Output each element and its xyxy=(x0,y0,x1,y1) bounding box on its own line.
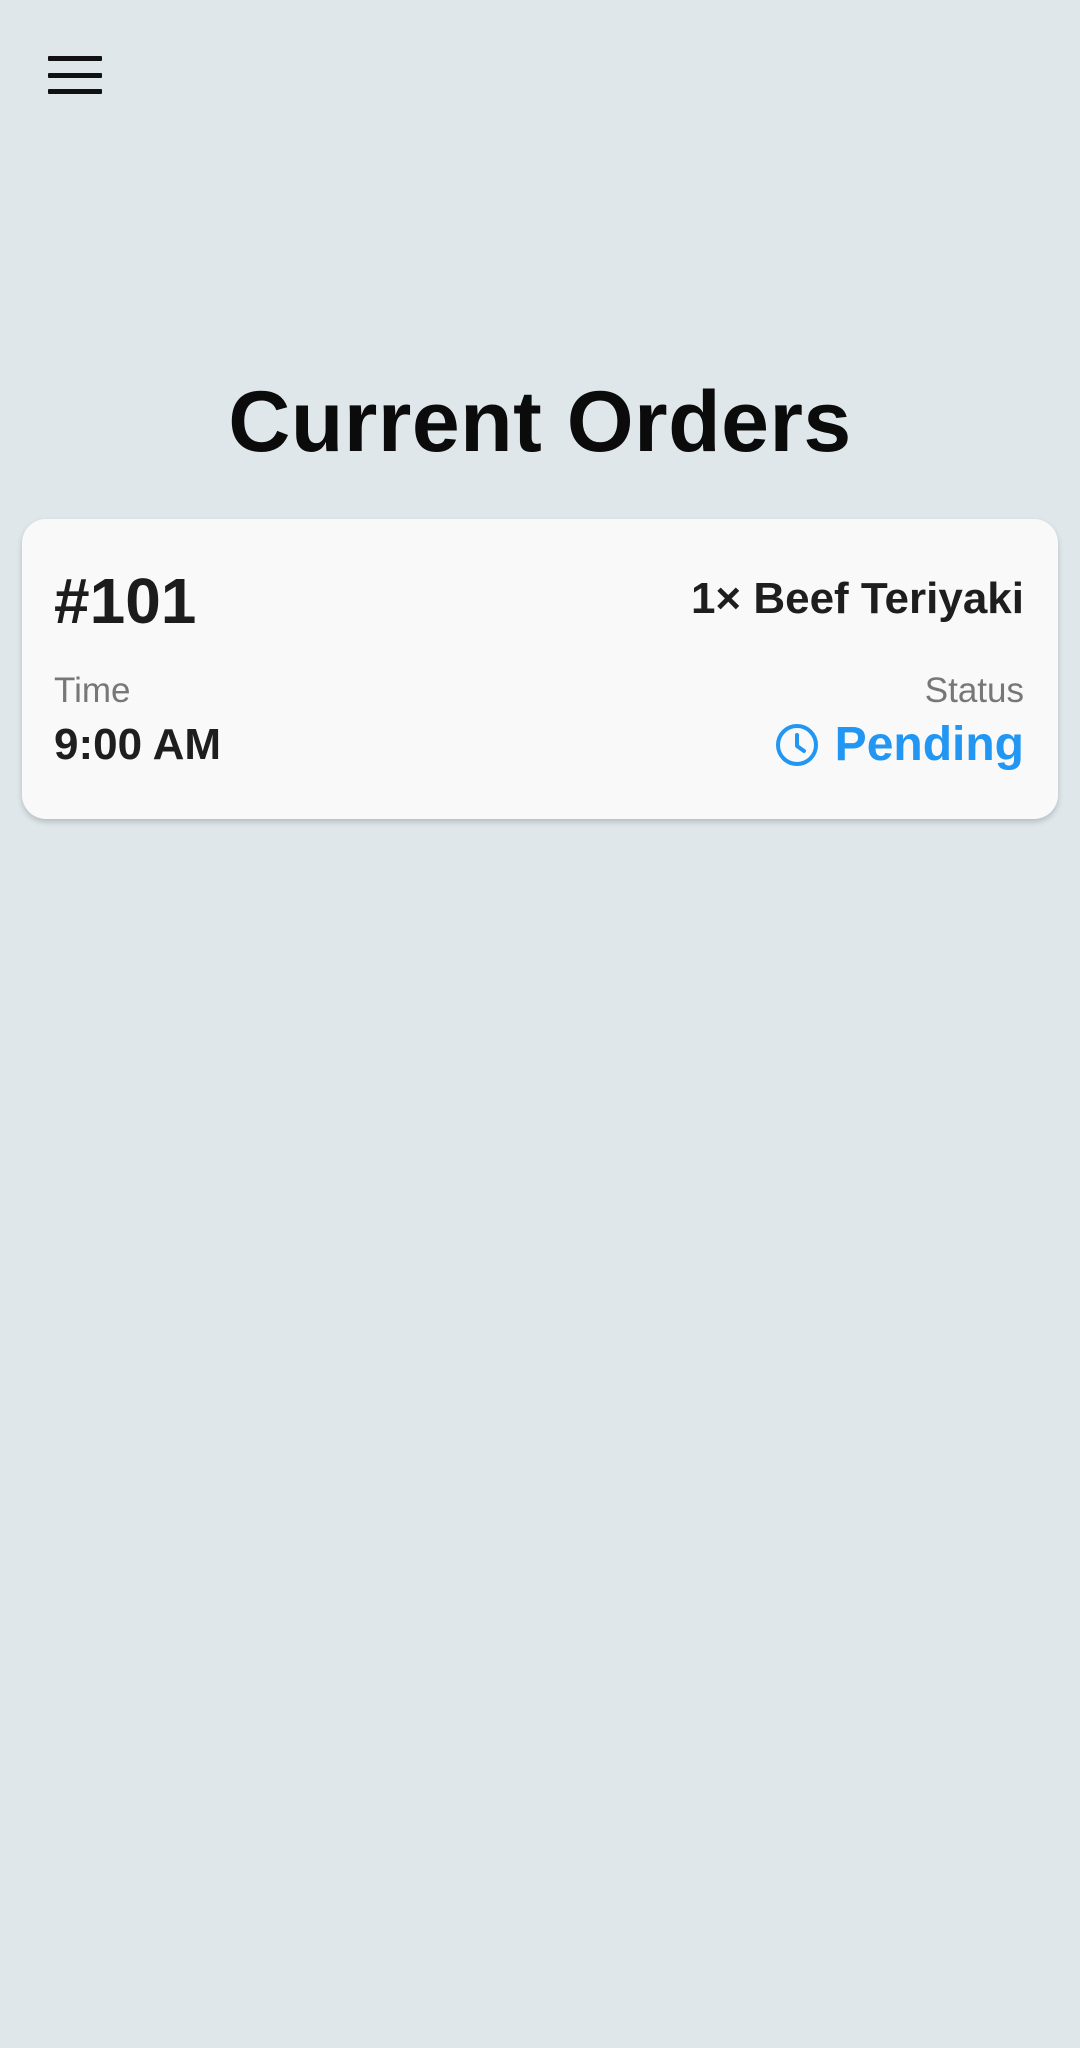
order-card[interactable]: #101 1× Beef Teriyaki Time 9:00 AM Statu… xyxy=(22,519,1058,819)
hamburger-menu-icon-bar-middle xyxy=(48,72,102,78)
status-label: Status xyxy=(924,671,1024,710)
order-items: 1× Beef Teriyaki xyxy=(690,574,1024,623)
status-text: Pending xyxy=(834,718,1024,771)
clock-icon xyxy=(773,721,821,769)
order-time: 9:00 AM xyxy=(54,720,222,769)
time-label: Time xyxy=(54,671,131,710)
hamburger-menu-button[interactable] xyxy=(44,52,106,98)
hamburger-menu-icon-bar-top xyxy=(48,56,102,61)
hamburger-menu-icon-bar-bottom xyxy=(48,89,102,94)
status-badge: Pending xyxy=(773,717,1024,773)
page-title: Current Orders xyxy=(228,374,852,470)
order-number: #101 xyxy=(54,565,197,637)
